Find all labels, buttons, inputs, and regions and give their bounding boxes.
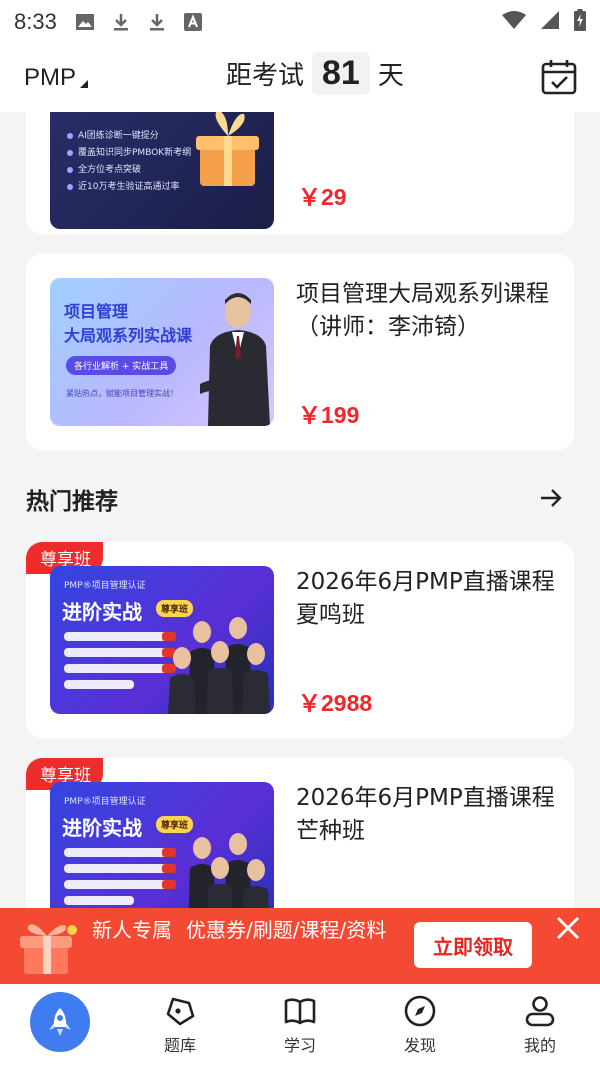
course-card[interactable]: AI团练诊断一键提分 覆盖知识同步PMBOK新考纲 全方位考点突破 近10万考生… [26,112,574,234]
thumb-bullet: 全方位考点突破 [78,165,142,175]
gift-box-icon [16,916,82,978]
dropdown-triangle-icon [80,80,89,88]
countdown-suffix: 天 [377,61,404,91]
course-price: ￥29 [298,184,347,210]
claim-now-button[interactable]: 立即领取 [414,922,532,968]
course-price: ￥199 [298,402,360,428]
thumb-tag: 各行业解析 + 实战工具 [66,356,177,375]
course-price: ￥2988 [298,900,372,908]
course-card[interactable]: 项目管理 大局观系列实战课 各行业解析 + 实战工具 紧贴热点，赋能项目管理实战… [26,254,574,450]
thumb-bullet: 近10万考生验证高通过率 [78,182,180,192]
close-promo-button[interactable] [554,914,582,942]
thumb-bullet: AI团练诊断一键提分 [78,131,159,141]
arrow-right-icon [541,489,562,507]
nav-label: 我的 [523,1036,556,1055]
course-thumbnail: AI团练诊断一键提分 覆盖知识同步PMBOK新考纲 全方位考点突破 近10万考生… [50,112,274,229]
course-thumbnail: PMP®项目管理认证 进阶实战 尊享班 [50,566,274,714]
close-icon [556,916,580,940]
question-bank-icon [166,997,195,1026]
nav-label: 学习 [283,1036,316,1055]
hot-more-button[interactable] [538,485,564,511]
user-icon [525,996,555,1027]
status-bar: 8:33 [0,0,600,44]
promo-text-label: 新人专属 [92,918,172,942]
countdown-prefix: 距考试 [226,61,305,91]
exam-selector[interactable]: PMP [24,64,89,92]
course-price: ￥2988 [298,690,373,716]
bottom-nav: 题库 学习 发现 我的 [0,984,600,1066]
book-icon [284,998,316,1025]
exam-countdown: 距考试 81 天 [226,52,404,95]
font-app-icon [183,12,203,32]
thumb-bullet: 覆盖知识同步PMBOK新考纲 [78,148,192,158]
course-title: 项目管理大局观系列课程（讲师：李沛锜） [296,281,549,340]
download-icon [147,12,167,32]
rocket-icon [30,992,90,1052]
nav-item-discover[interactable]: 发现 [360,984,480,1066]
compass-icon [404,995,436,1027]
wifi-icon [502,10,526,34]
nav-item-me[interactable]: 我的 [480,984,600,1066]
nav-item-home[interactable] [0,984,120,1066]
course-card[interactable]: 尊享班 PMP®项目管理认证 进阶实战 尊享班 [26,542,574,738]
nav-item-study[interactable]: 学习 [240,984,360,1066]
nav-label: 题库 [163,1036,196,1055]
course-thumbnail: PMP®项目管理认证 进阶实战 尊享班 [50,782,274,908]
countdown-days: 81 [312,52,370,95]
course-feed[interactable]: AI团练诊断一键提分 覆盖知识同步PMBOK新考纲 全方位考点突破 近10万考生… [0,112,600,908]
course-title: 2026年6月PMP直播课程夏鸣班 [296,569,555,628]
status-time: 8:33 [14,9,57,34]
thumb-heading: 大局观系列实战课 [64,326,193,345]
course-thumbnail: 项目管理 大局观系列实战课 各行业解析 + 实战工具 紧贴热点，赋能项目管理实战… [50,278,274,426]
promo-text-detail: 优惠券/刷题/课程/资料 [186,918,387,942]
promo-text: 新人专属 优惠券/刷题/课程/资料 [92,918,412,942]
course-card[interactable]: 尊享班 PMP®项目管理认证 进阶实战 尊享班 [26,758,574,908]
lecturer-photo [200,293,270,426]
battery-icon [574,9,586,35]
thumb-heading: 项目管理 [64,302,129,321]
calendar-button[interactable] [540,58,578,96]
signal-icon [540,10,560,34]
download-icon [111,12,131,32]
app-header: PMP 距考试 81 天 [0,44,600,112]
calendar-check-icon [541,60,577,95]
section-title-hot: 热门推荐 [26,489,118,515]
course-title: 2026年6月PMP直播课程芒种班 [296,785,555,844]
nav-item-question-bank[interactable]: 题库 [120,984,240,1066]
thumb-footer: 紧贴热点，赋能项目管理实战！ [66,389,178,398]
new-user-promo-banner[interactable]: 新人专属 优惠券/刷题/课程/资料 立即领取 [0,908,600,984]
gallery-icon [75,12,95,32]
exam-name: PMP [24,64,77,91]
nav-label: 发现 [403,1036,436,1055]
